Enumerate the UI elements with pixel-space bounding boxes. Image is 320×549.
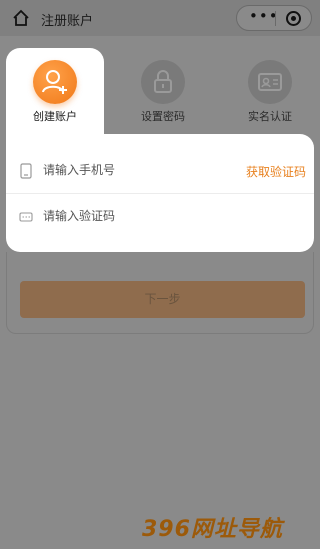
step-set-password[interactable]: 设置密码 xyxy=(114,48,212,140)
step-real-name[interactable]: 实名认证 xyxy=(221,48,319,140)
nav-bar: 注册账户 ••• xyxy=(0,0,320,36)
target-icon[interactable] xyxy=(286,11,301,26)
phone-row: 获取验证码 xyxy=(6,148,314,194)
get-code-button[interactable]: 获取验证码 xyxy=(246,163,306,180)
phone-icon xyxy=(20,163,32,179)
user-add-icon xyxy=(42,70,67,94)
watermark-text: 396网址导航 xyxy=(142,517,283,542)
step-label: 创建账户 xyxy=(33,110,77,123)
step-circle xyxy=(248,60,292,104)
id-card-icon xyxy=(258,73,282,91)
register-form: 获取验证码 xyxy=(6,134,314,252)
step-circle xyxy=(33,60,77,104)
phone-input[interactable] xyxy=(43,163,223,177)
step-label: 实名认证 xyxy=(248,110,292,123)
code-row xyxy=(6,194,314,240)
capsule-divider xyxy=(275,11,276,26)
verification-code-input[interactable] xyxy=(43,209,223,223)
step-create-account[interactable]: 创建账户 xyxy=(6,48,104,134)
step-indicator: 创建账户 设置密码 实名认证 xyxy=(6,48,314,140)
home-icon[interactable] xyxy=(12,9,30,27)
page-title: 注册账户 xyxy=(41,14,94,29)
lock-icon xyxy=(154,70,172,93)
step-circle xyxy=(141,60,185,104)
verification-code-icon xyxy=(19,212,33,222)
step-label: 设置密码 xyxy=(141,110,185,123)
mini-program-capsule: ••• xyxy=(236,5,312,31)
next-step-button[interactable]: 下一步 xyxy=(20,281,305,318)
